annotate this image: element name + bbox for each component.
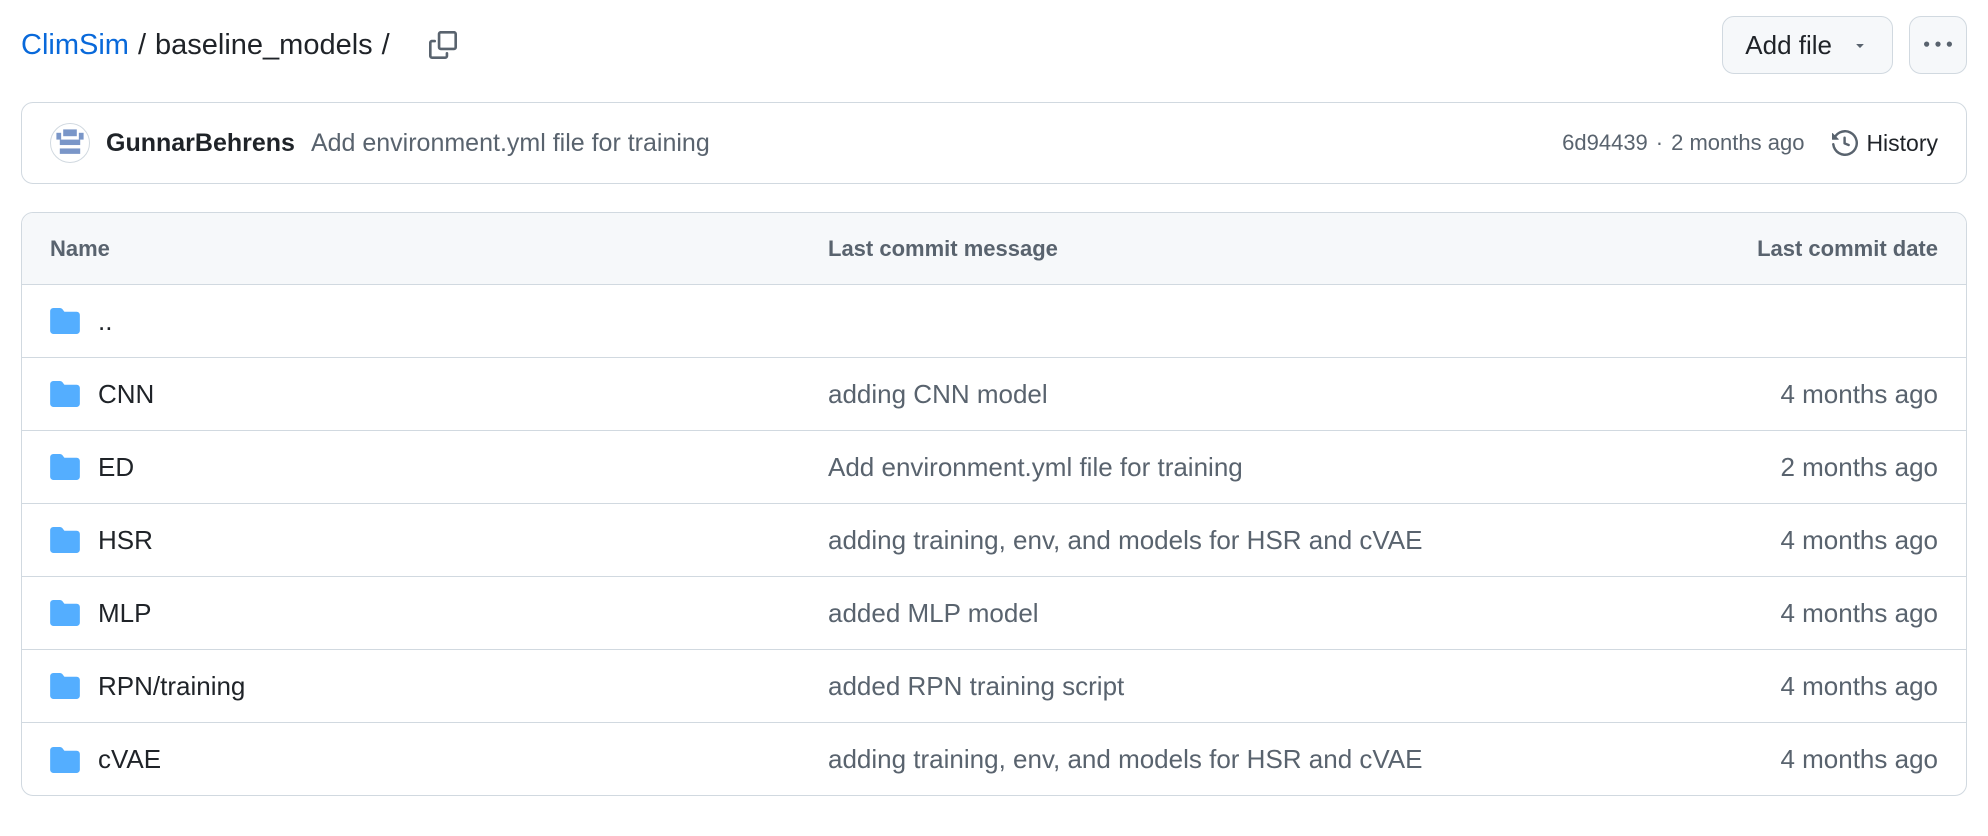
breadcrumb: ClimSim / baseline_models /: [21, 23, 465, 67]
triangle-down-icon: [1856, 44, 1864, 48]
file-table: Name Last commit message Last commit dat…: [21, 212, 1967, 796]
copy-path-button[interactable]: [421, 23, 465, 67]
row-name-link[interactable]: ED: [98, 452, 134, 483]
folder-icon: [50, 454, 80, 480]
row-message-cell: added RPN training script: [828, 671, 1578, 702]
row-name-cell: RPN/training: [50, 671, 828, 702]
breadcrumb-separator: /: [137, 28, 146, 61]
table-row[interactable]: RPN/training added RPN training script 4…: [22, 650, 1966, 723]
row-name-cell: CNN: [50, 379, 828, 410]
breadcrumb-repo-link[interactable]: ClimSim: [21, 29, 129, 62]
row-message-cell: added MLP model: [828, 598, 1578, 629]
header-actions: Add file: [1722, 16, 1967, 74]
row-commit-message-link[interactable]: adding training, env, and models for HSR…: [828, 744, 1422, 774]
row-message-cell: adding training, env, and models for HSR…: [828, 744, 1578, 775]
row-commit-date: 4 months ago: [1780, 597, 1938, 628]
folder-icon: [50, 381, 80, 407]
row-commit-message-link[interactable]: adding CNN model: [828, 379, 1048, 409]
add-file-button[interactable]: Add file: [1722, 16, 1893, 74]
commit-message-link[interactable]: Add environment.yml file for training: [311, 129, 710, 158]
table-row[interactable]: ED Add environment.yml file for training…: [22, 431, 1966, 504]
row-date-cell: 4 months ago: [1578, 525, 1938, 556]
folder-icon: [50, 600, 80, 626]
kebab-horizontal-icon: [1924, 41, 1952, 47]
row-commit-message-link[interactable]: added RPN training script: [828, 671, 1124, 701]
row-message-cell: adding training, env, and models for HSR…: [828, 525, 1578, 556]
breadcrumb-trailing-separator: /: [381, 28, 390, 61]
row-name-cell: HSR: [50, 525, 828, 556]
commit-time: 2 months ago: [1671, 130, 1805, 155]
latest-commit-bar: GunnarBehrens Add environment.yml file f…: [21, 102, 1967, 184]
history-icon: [1832, 130, 1859, 156]
row-name-cell: ..: [50, 306, 828, 337]
page-header: ClimSim / baseline_models / Add file: [21, 16, 1967, 74]
folder-icon: [50, 527, 80, 553]
row-name-link[interactable]: CNN: [98, 379, 154, 410]
row-date-cell: 4 months ago: [1578, 598, 1938, 629]
copy-icon: [428, 31, 457, 59]
row-name-link[interactable]: MLP: [98, 598, 151, 629]
row-message-cell: Add environment.yml file for training: [828, 452, 1578, 483]
history-label: History: [1866, 129, 1938, 156]
identicon-avatar-icon: [56, 129, 84, 154]
row-name-link[interactable]: HSR: [98, 525, 153, 556]
table-header-row: Name Last commit message Last commit dat…: [22, 213, 1966, 285]
column-header-name: Name: [50, 235, 110, 261]
table-row[interactable]: CNN adding CNN model 4 months ago: [22, 358, 1966, 431]
row-message-cell: adding CNN model: [828, 379, 1578, 410]
row-name-cell: ED: [50, 452, 828, 483]
more-options-button[interactable]: [1909, 16, 1967, 74]
commit-meta: 6d94439 · 2 months ago History: [1562, 130, 1938, 157]
table-row[interactable]: HSR adding training, env, and models for…: [22, 504, 1966, 577]
file-browser-page: ClimSim / baseline_models / Add file Gun…: [0, 0, 1988, 836]
row-commit-message-link[interactable]: adding training, env, and models for HSR…: [828, 525, 1422, 555]
commit-meta-separator: ·: [1655, 130, 1664, 155]
column-header-message: Last commit message: [828, 235, 1058, 261]
row-name-cell: MLP: [50, 598, 828, 629]
row-commit-date: 2 months ago: [1780, 451, 1938, 482]
row-date-cell: 4 months ago: [1578, 379, 1938, 410]
commit-hash-link[interactable]: 6d94439: [1562, 130, 1648, 156]
folder-icon: [50, 308, 80, 334]
table-row-parent-directory[interactable]: ..: [22, 285, 1966, 358]
add-file-label: Add file: [1745, 29, 1832, 60]
avatar[interactable]: [50, 123, 90, 163]
row-name-cell: cVAE: [50, 744, 828, 775]
row-name-link[interactable]: RPN/training: [98, 671, 245, 702]
table-row[interactable]: MLP added MLP model 4 months ago: [22, 577, 1966, 650]
history-button[interactable]: History: [1832, 130, 1938, 157]
row-commit-date: 4 months ago: [1780, 524, 1938, 555]
row-date-cell: 2 months ago: [1578, 452, 1938, 483]
folder-icon: [50, 673, 80, 699]
row-commit-date: 4 months ago: [1780, 670, 1938, 701]
folder-icon: [50, 746, 80, 773]
row-commit-date: 4 months ago: [1780, 744, 1938, 774]
row-date-cell: 4 months ago: [1578, 671, 1938, 702]
table-row[interactable]: cVAE adding training, env, and models fo…: [22, 723, 1966, 795]
row-commit-date: 4 months ago: [1780, 378, 1938, 409]
row-name-link[interactable]: ..: [98, 306, 112, 337]
row-commit-message-link[interactable]: added MLP model: [828, 598, 1039, 628]
breadcrumb-current-folder: baseline_models: [155, 28, 373, 61]
row-commit-message-link[interactable]: Add environment.yml file for training: [828, 452, 1243, 482]
commit-author-link[interactable]: GunnarBehrens: [106, 129, 295, 158]
row-name-link[interactable]: cVAE: [98, 744, 161, 775]
table-body: .. CNN adding CNN model 4 months ago ED: [22, 285, 1966, 795]
row-date-cell: 4 months ago: [1578, 744, 1938, 775]
column-header-date: Last commit date: [1757, 235, 1938, 261]
